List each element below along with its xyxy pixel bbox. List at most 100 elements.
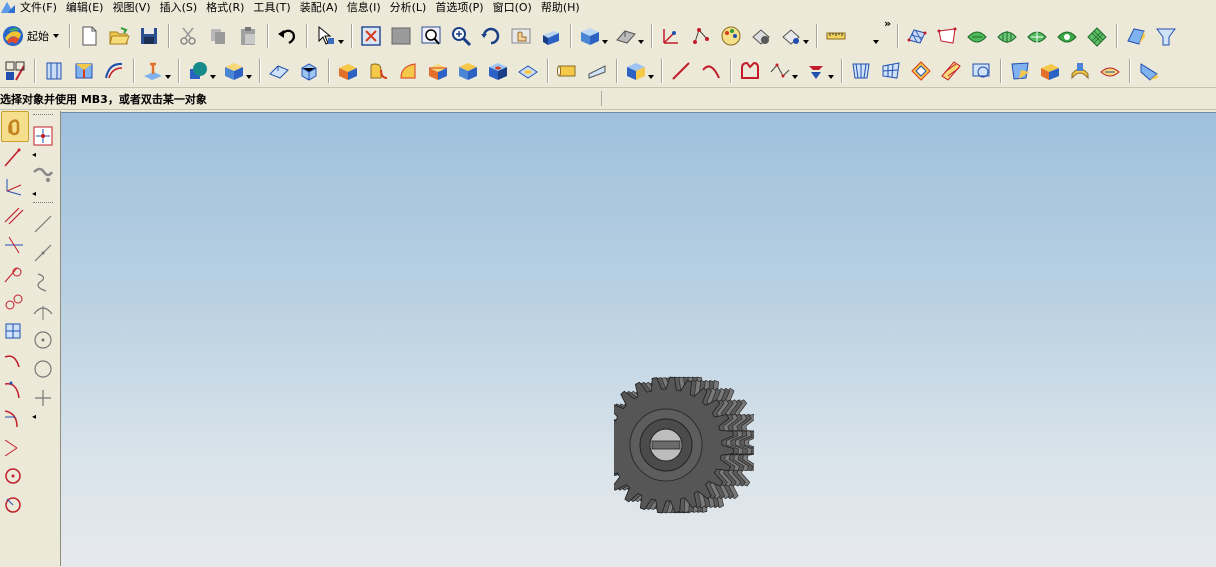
undo-button[interactable]	[275, 24, 299, 48]
select-snap-button[interactable]	[1, 111, 29, 142]
arc-button[interactable]	[699, 59, 723, 83]
palette-grip[interactable]	[33, 202, 53, 209]
spline-button[interactable]	[768, 59, 792, 83]
through-curves-button[interactable]	[995, 24, 1019, 48]
fit-button[interactable]	[359, 24, 383, 48]
styled-sweep-button[interactable]	[879, 59, 903, 83]
shell-dropdown[interactable]	[246, 59, 252, 83]
flat-surface-button[interactable]	[1124, 24, 1148, 48]
tangent-circles-button[interactable]	[1, 287, 27, 316]
menu-window[interactable]: 窗口(O)	[492, 1, 540, 15]
pan-button[interactable]	[509, 24, 533, 48]
menu-help[interactable]: 帮助(H)	[540, 1, 588, 15]
arc-sketch-button[interactable]	[30, 296, 56, 325]
select-filter-dropdown[interactable]	[338, 24, 344, 48]
start-button[interactable]: 起始	[2, 25, 59, 47]
palette-grip[interactable]	[33, 114, 53, 121]
trim-sheet-button[interactable]	[1008, 59, 1032, 83]
sketch-button[interactable]	[3, 59, 27, 83]
hidden-edge-button[interactable]	[614, 24, 638, 48]
datum-dropdown[interactable]	[165, 59, 171, 83]
palette-button[interactable]	[719, 24, 743, 48]
quilt-button[interactable]	[969, 59, 993, 83]
constraint-button[interactable]	[30, 160, 56, 189]
surface-mesh-button[interactable]	[905, 24, 929, 48]
chamfer-button[interactable]	[267, 59, 291, 83]
flow-surface-button[interactable]	[849, 59, 873, 83]
face-blend-button[interactable]	[396, 59, 420, 83]
toolbar-overflow[interactable]: »	[884, 17, 891, 30]
sew-button[interactable]	[1038, 59, 1062, 83]
edge-blend-button[interactable]	[366, 59, 390, 83]
n-sided-button[interactable]	[909, 59, 933, 83]
through-points-button[interactable]	[935, 24, 959, 48]
menu-insert[interactable]: 插入(S)	[159, 1, 206, 15]
curve-mesh-button[interactable]	[1025, 24, 1049, 48]
arc-tangent-button[interactable]	[1, 432, 27, 461]
spline-dropdown[interactable]	[792, 59, 798, 83]
arc-center-button[interactable]	[1, 403, 27, 432]
emboss-button[interactable]	[516, 59, 540, 83]
thicken-button[interactable]	[1068, 59, 1092, 83]
circle-sketch-button[interactable]	[30, 354, 56, 383]
cylinder-button[interactable]	[555, 59, 579, 83]
revolve-button[interactable]	[72, 59, 96, 83]
sphere-button[interactable]	[624, 59, 648, 83]
arc-three-point-button[interactable]	[1, 374, 27, 403]
point-line-button[interactable]	[1, 171, 27, 200]
vertex-button[interactable]	[689, 24, 713, 48]
display-object-dropdown[interactable]	[803, 24, 809, 48]
menu-assemblies[interactable]: 装配(A)	[299, 1, 346, 15]
wave-link-dropdown[interactable]	[828, 59, 834, 83]
display-object-button[interactable]	[779, 24, 803, 48]
sweep-button[interactable]	[102, 59, 126, 83]
render-style-dropdown[interactable]	[602, 24, 608, 48]
boolean-dropdown[interactable]	[210, 59, 216, 83]
copy-button[interactable]	[206, 24, 230, 48]
wcs-button[interactable]	[659, 24, 683, 48]
point-sketch-button[interactable]	[30, 383, 56, 412]
wave-link-button[interactable]	[804, 59, 828, 83]
cut-button[interactable]	[176, 24, 200, 48]
draft-button[interactable]	[426, 59, 450, 83]
perpendicular-line-button[interactable]	[1, 229, 27, 258]
circle-point-button[interactable]	[1, 490, 27, 519]
menu-preferences[interactable]: 首选项(P)	[434, 1, 491, 15]
hidden-edge-dropdown[interactable]	[638, 24, 644, 48]
extract-body-button[interactable]	[1098, 59, 1122, 83]
zoom-button[interactable]	[449, 24, 473, 48]
extension-button[interactable]	[1154, 24, 1178, 48]
ruled-surface-button[interactable]	[965, 24, 989, 48]
line-tool-button[interactable]	[1, 142, 27, 171]
tangent-line-button[interactable]	[1, 258, 27, 287]
rotate-button[interactable]	[479, 24, 503, 48]
line-sketch-button[interactable]	[30, 209, 56, 238]
open-button[interactable]	[107, 24, 131, 48]
zoom-window-button[interactable]	[419, 24, 443, 48]
extrude-button[interactable]	[42, 59, 66, 83]
datum-plane-button[interactable]	[141, 59, 165, 83]
zoom-all-button[interactable]	[389, 24, 413, 48]
spur-gear-model[interactable]	[614, 375, 754, 515]
grid-surface-button[interactable]	[1085, 24, 1109, 48]
menu-edit[interactable]: 编辑(E)	[65, 1, 112, 15]
orient-view-button[interactable]	[539, 24, 563, 48]
circle-tool-button[interactable]	[1, 461, 27, 490]
offset-surface-button[interactable]	[1137, 59, 1161, 83]
menu-view[interactable]: 视图(V)	[111, 1, 158, 15]
edit-object-button[interactable]	[749, 24, 773, 48]
curve-button[interactable]	[738, 59, 762, 83]
circle-center-button[interactable]	[30, 325, 56, 354]
rectangle-button[interactable]	[1, 316, 27, 345]
shell-button[interactable]	[222, 59, 246, 83]
select-filter-button[interactable]	[314, 24, 338, 48]
line-button[interactable]	[669, 59, 693, 83]
save-button[interactable]	[137, 24, 161, 48]
menu-information[interactable]: 信息(I)	[346, 1, 389, 15]
parallel-line-button[interactable]	[1, 200, 27, 229]
curve-sketch-button[interactable]	[30, 267, 56, 296]
palette-collapse-arrow[interactable]: ◂	[29, 189, 57, 199]
block-button[interactable]	[336, 59, 360, 83]
palette-collapse-arrow[interactable]: ◂	[29, 150, 57, 160]
menu-format[interactable]: 格式(R)	[205, 1, 252, 15]
